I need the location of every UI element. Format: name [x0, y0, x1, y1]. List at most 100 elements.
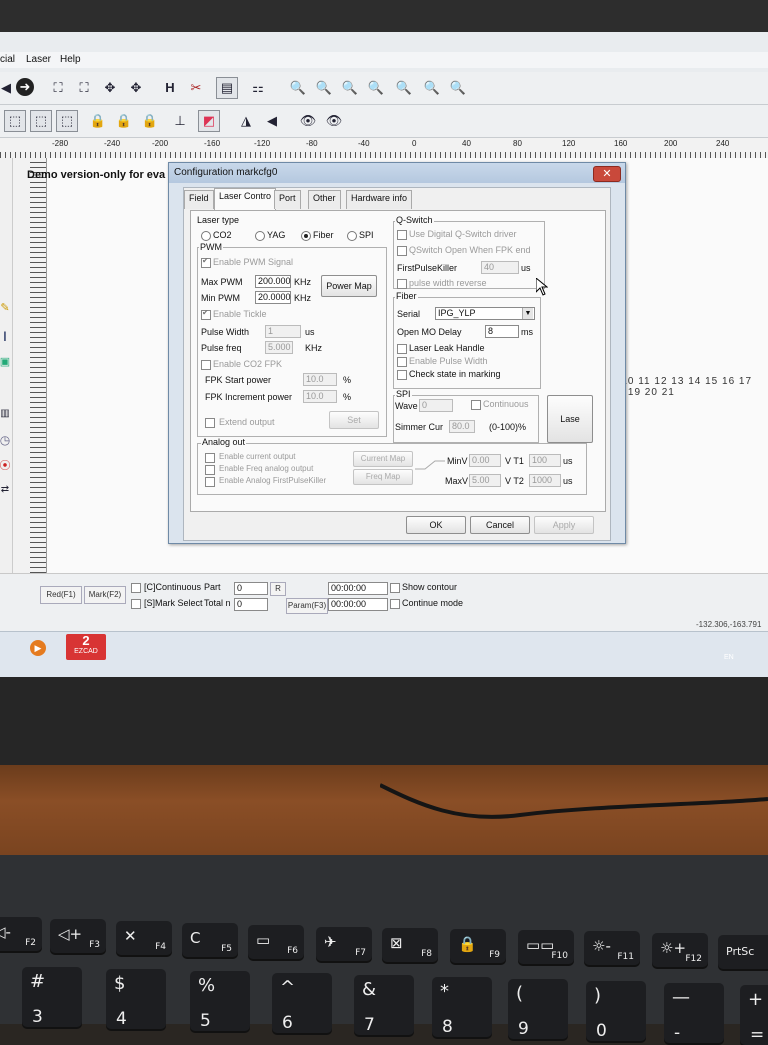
node-add-icon[interactable]: ✥ — [100, 78, 120, 98]
node-select-icon[interactable]: ⛶ — [74, 78, 94, 98]
param-button[interactable]: Param(F3) — [286, 598, 328, 614]
menu-special[interactable]: cial — [0, 54, 15, 65]
mark-select-checkbox[interactable] — [131, 599, 141, 609]
key-5[interactable]: % 5 — [190, 971, 250, 1031]
check-state-checkbox[interactable] — [397, 370, 407, 380]
extend-output-checkbox[interactable] — [205, 418, 215, 428]
tab-hardware-info[interactable]: Hardware info — [346, 190, 413, 209]
chevron-down-icon[interactable]: ▼ — [522, 308, 533, 319]
zoom-out-icon[interactable]: 🔍 — [340, 78, 360, 98]
laser-type-spi-radio[interactable] — [347, 231, 357, 241]
select-grid-icon[interactable]: ⬚ — [56, 110, 78, 132]
color-select-icon[interactable]: ◩ — [198, 110, 220, 132]
laser-type-fiber-radio[interactable] — [301, 231, 311, 241]
key-9[interactable]: (9 — [508, 979, 568, 1039]
key-f10[interactable]: ▭▭ F10 — [518, 930, 574, 964]
eye-icon[interactable]: 👁 — [298, 111, 318, 131]
node-delete-icon[interactable]: ✥ — [126, 78, 146, 98]
hatch-h-icon[interactable]: H — [160, 78, 180, 98]
zoom-page-icon[interactable]: 🔍 — [422, 78, 442, 98]
enable-freq-analog-checkbox[interactable] — [205, 465, 215, 475]
key-f4[interactable]: ✕ F4 — [116, 921, 172, 955]
lase-button[interactable]: Lase — [547, 395, 593, 443]
key-6[interactable]: ^ 6 — [272, 973, 332, 1033]
draw-tool-icon[interactable]: ✎ — [0, 298, 15, 318]
barcode-tool-icon[interactable]: ▥ — [0, 404, 15, 424]
wave-field[interactable]: 0 — [419, 399, 453, 412]
key-f11[interactable]: ☼- F11 — [584, 931, 640, 965]
mirror-h-icon[interactable]: ◮ — [236, 111, 256, 131]
select-area-icon[interactable]: ⬚ — [4, 110, 26, 132]
motion-tool-icon[interactable]: ⇄ — [0, 480, 15, 500]
unlock-icon[interactable]: 🔒 — [114, 111, 134, 131]
reset-part-button[interactable]: R — [270, 582, 286, 596]
enable-pwm-checkbox[interactable] — [201, 256, 211, 268]
key-f7[interactable]: ✈ F7 — [316, 927, 372, 961]
apply-button[interactable]: Apply — [534, 516, 594, 534]
current-map-button[interactable]: Current Map — [353, 451, 413, 467]
snap-icon[interactable]: ⊥ — [170, 111, 190, 131]
mirror-v-icon[interactable]: ◀ — [262, 111, 282, 131]
key-f12[interactable]: ☼+ F12 — [652, 933, 708, 967]
show-contour-checkbox[interactable] — [390, 583, 400, 593]
close-button[interactable]: ✕ — [593, 166, 621, 182]
lock-all-icon[interactable]: 🔒 — [140, 111, 160, 131]
cancel-button[interactable]: Cancel — [470, 516, 530, 534]
use-digital-qswitch-checkbox[interactable] — [397, 230, 407, 240]
zoom-all-icon[interactable]: 🔍 — [366, 78, 386, 98]
text-tool-icon[interactable]: I — [0, 326, 15, 346]
key-f3[interactable]: ◁+ F3 — [50, 919, 106, 953]
enable-pulse-width-checkbox[interactable] — [397, 357, 407, 367]
grid-icon[interactable]: ▤ — [216, 77, 238, 99]
first-pulse-killer-field[interactable]: 40 — [481, 261, 519, 274]
set-button[interactable]: Set — [329, 411, 379, 429]
menu-laser[interactable]: Laser — [26, 54, 51, 65]
pulse-freq-field[interactable]: 5.000 — [265, 341, 293, 354]
continuous-spi-checkbox[interactable] — [471, 400, 481, 410]
eye-all-icon[interactable]: 👁 — [324, 111, 344, 131]
freq-map-button[interactable]: Freq Map — [353, 469, 413, 485]
io-tool-icon[interactable]: ⦿ — [0, 456, 15, 476]
zoom-fit-icon[interactable]: 🔍 — [448, 78, 468, 98]
menu-help[interactable]: Help — [60, 54, 81, 65]
continue-mode-checkbox[interactable] — [390, 599, 400, 609]
align-icon[interactable]: ⚏ — [248, 78, 268, 98]
part-field[interactable]: 0 — [234, 582, 268, 595]
scissors-icon[interactable]: ✂ — [186, 78, 206, 98]
key-0[interactable]: ) 0 — [586, 981, 646, 1041]
ok-button[interactable]: OK — [406, 516, 466, 534]
node-edit-icon[interactable]: ⛶ — [48, 78, 68, 98]
enable-current-output-checkbox[interactable] — [205, 453, 215, 463]
language-indicator[interactable]: EN — [724, 654, 734, 661]
lock-icon[interactable]: 🔒 — [88, 111, 108, 131]
key-7[interactable]: & 7 — [354, 975, 414, 1035]
back-icon[interactable]: ◀ — [0, 78, 16, 98]
key-f5[interactable]: C F5 — [182, 923, 238, 957]
tab-field[interactable]: Field — [184, 190, 214, 209]
tab-laser-control[interactable]: Laser Contro — [214, 188, 277, 210]
select-all-icon[interactable]: ⬚ — [30, 110, 52, 132]
timer-tool-icon[interactable]: ◷ — [0, 430, 15, 450]
key-minus[interactable]: — - — [664, 983, 724, 1043]
min-pwm-field[interactable]: 20.0000 — [255, 291, 291, 304]
qswitch-open-checkbox[interactable] — [397, 246, 407, 256]
total-field[interactable]: 0 — [234, 598, 268, 611]
continuous-checkbox[interactable] — [131, 583, 141, 593]
key-prtsc[interactable]: PrtSc — [718, 935, 768, 969]
pulse-width-reverse-checkbox[interactable] — [397, 279, 407, 289]
serial-select[interactable]: IPG_YLP ▼ — [435, 307, 535, 320]
maxv-field[interactable]: 5.00 — [469, 474, 501, 487]
key-f2[interactable]: ◁- F2 — [0, 917, 42, 951]
dialog-title-bar[interactable]: Configuration markcfg0 ✕ — [169, 163, 625, 183]
laser-leak-checkbox[interactable] — [397, 344, 407, 354]
key-f6[interactable]: ▭ F6 — [248, 925, 304, 959]
laser-type-yag-radio[interactable] — [255, 231, 265, 241]
enable-tickle-checkbox[interactable] — [201, 308, 211, 320]
enable-analog-fpk-checkbox[interactable] — [205, 477, 215, 487]
key-8[interactable]: * 8 — [432, 977, 492, 1037]
zoom-select-icon[interactable]: 🔍 — [394, 78, 414, 98]
minv-field[interactable]: 0.00 — [469, 454, 501, 467]
vt1-field[interactable]: 100 — [529, 454, 561, 467]
media-player-icon[interactable]: ▶ — [30, 640, 46, 656]
key-4[interactable]: $4 — [106, 969, 166, 1029]
